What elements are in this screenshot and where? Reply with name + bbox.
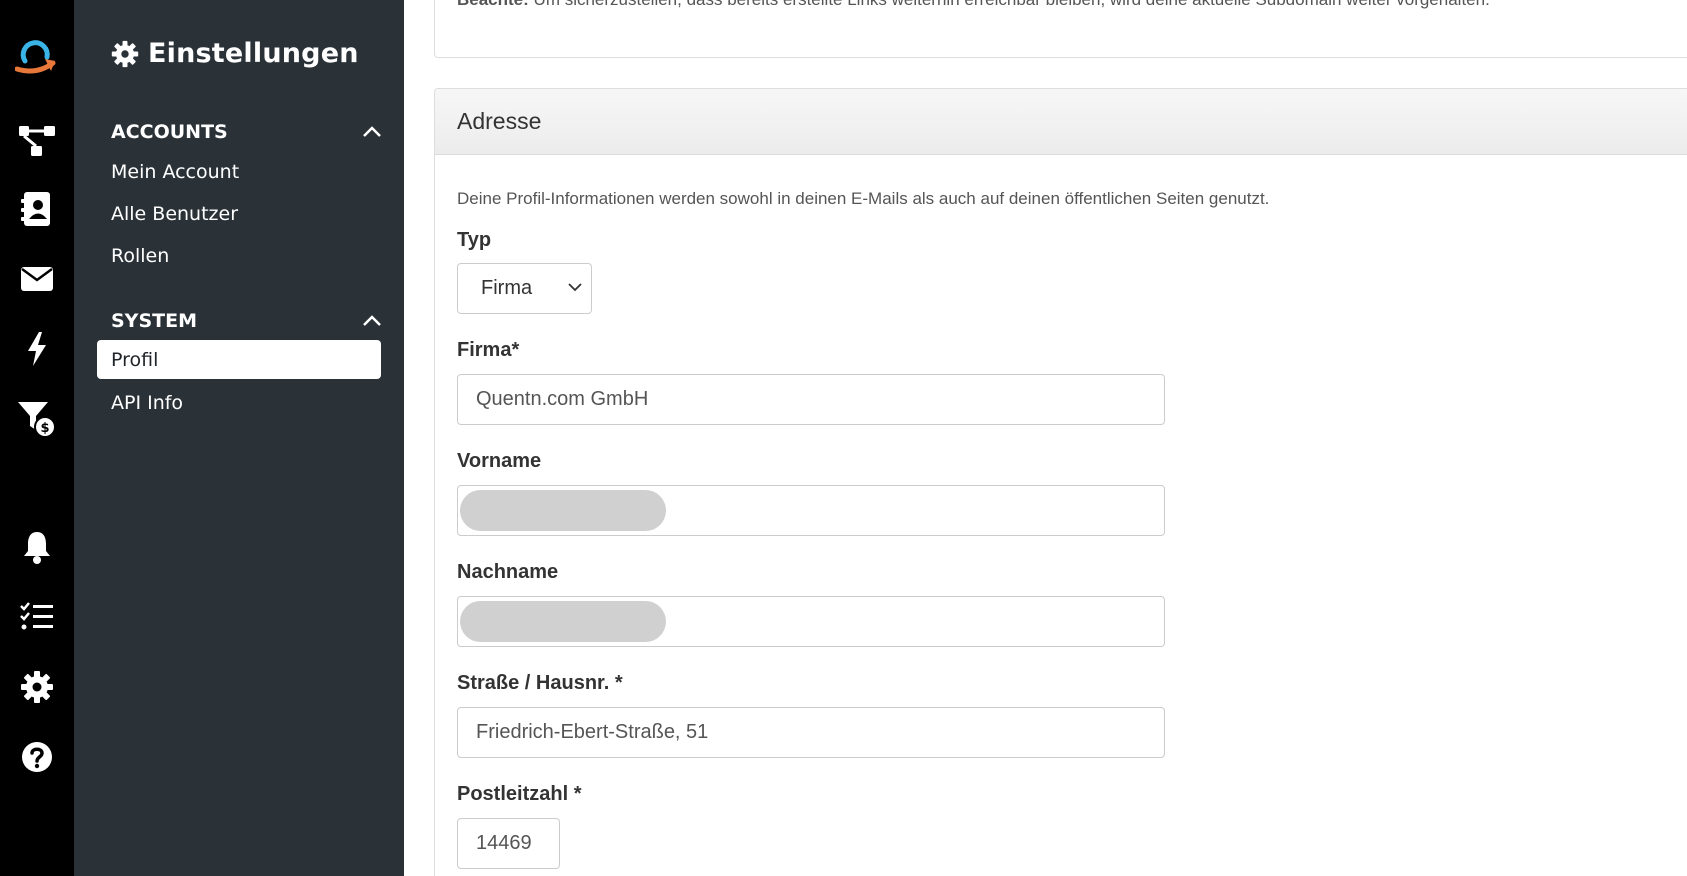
panel-title: Adresse [435,89,1687,155]
strasse-input[interactable]: Friedrich-Ebert-Straße, 51 [457,707,1165,758]
sidebar-title-text: Einstellungen [148,38,359,69]
lightning-icon[interactable] [14,326,60,372]
typ-select-value: Firma [481,277,533,299]
svg-text:$: $ [40,421,49,436]
nachname-label: Nachname [457,561,559,583]
redacted-value [460,490,666,531]
firma-input[interactable]: Quentn.com GmbH [457,374,1165,425]
sidebar-title: Einstellungen [111,38,359,69]
plz-label: Postleitzahl * [457,783,582,805]
contacts-icon[interactable] [14,186,60,232]
typ-label: Typ [457,229,492,251]
workflow-icon[interactable] [14,117,60,163]
sidebar-item-rollen[interactable]: Rollen [97,236,381,275]
section-system[interactable]: SYSTEM [111,310,382,332]
typ-select[interactable]: Firma [457,263,592,314]
strasse-label: Straße / Hausnr. * [457,672,623,694]
icon-rail: $ [0,0,74,876]
sidebar-item-api-info[interactable]: API Info [97,383,381,422]
panel-description: Deine Profil-Informationen werden sowohl… [457,189,1270,208]
gear-icon[interactable] [14,664,60,710]
settings-sidebar: Einstellungen ACCOUNTS Mein Account Alle… [74,0,404,876]
firma-label: Firma* [457,339,520,361]
nachname-input[interactable] [457,596,1165,647]
vorname-input[interactable] [457,485,1165,536]
address-panel: Adresse Deine Profil-Informationen werde… [434,88,1687,876]
mail-icon[interactable] [14,256,60,302]
sidebar-item-mein-account[interactable]: Mein Account [97,152,381,191]
help-icon[interactable] [14,734,60,780]
chevron-up-icon [363,126,381,137]
section-accounts[interactable]: ACCOUNTS [111,121,382,143]
checklist-icon[interactable] [14,594,60,640]
funnel-dollar-icon[interactable]: $ [14,396,60,442]
sidebar-item-alle-benutzer[interactable]: Alle Benutzer [97,194,381,233]
section-system-label: SYSTEM [111,310,197,332]
subdomain-note: Beachte: Um sicherzustellen, dass bereit… [457,0,1490,10]
note-text: Um sicherzustellen, dass bereits erstell… [529,0,1490,9]
main-content: Beachte: Um sicherzustellen, dass bereit… [404,0,1687,876]
note-bold: Beachte: [457,0,529,9]
chevron-up-icon [363,315,381,326]
plz-input[interactable]: 14469 [457,818,560,869]
redacted-value [460,601,666,642]
chevron-down-icon [568,283,582,292]
section-accounts-label: ACCOUNTS [111,121,228,143]
bell-icon[interactable] [14,524,60,570]
sidebar-item-profil[interactable]: Profil [97,340,381,379]
gear-icon [111,40,139,67]
subdomain-note-panel: Beachte: Um sicherzustellen, dass bereit… [434,0,1687,58]
logo-icon[interactable] [14,34,60,80]
vorname-label: Vorname [457,450,542,472]
